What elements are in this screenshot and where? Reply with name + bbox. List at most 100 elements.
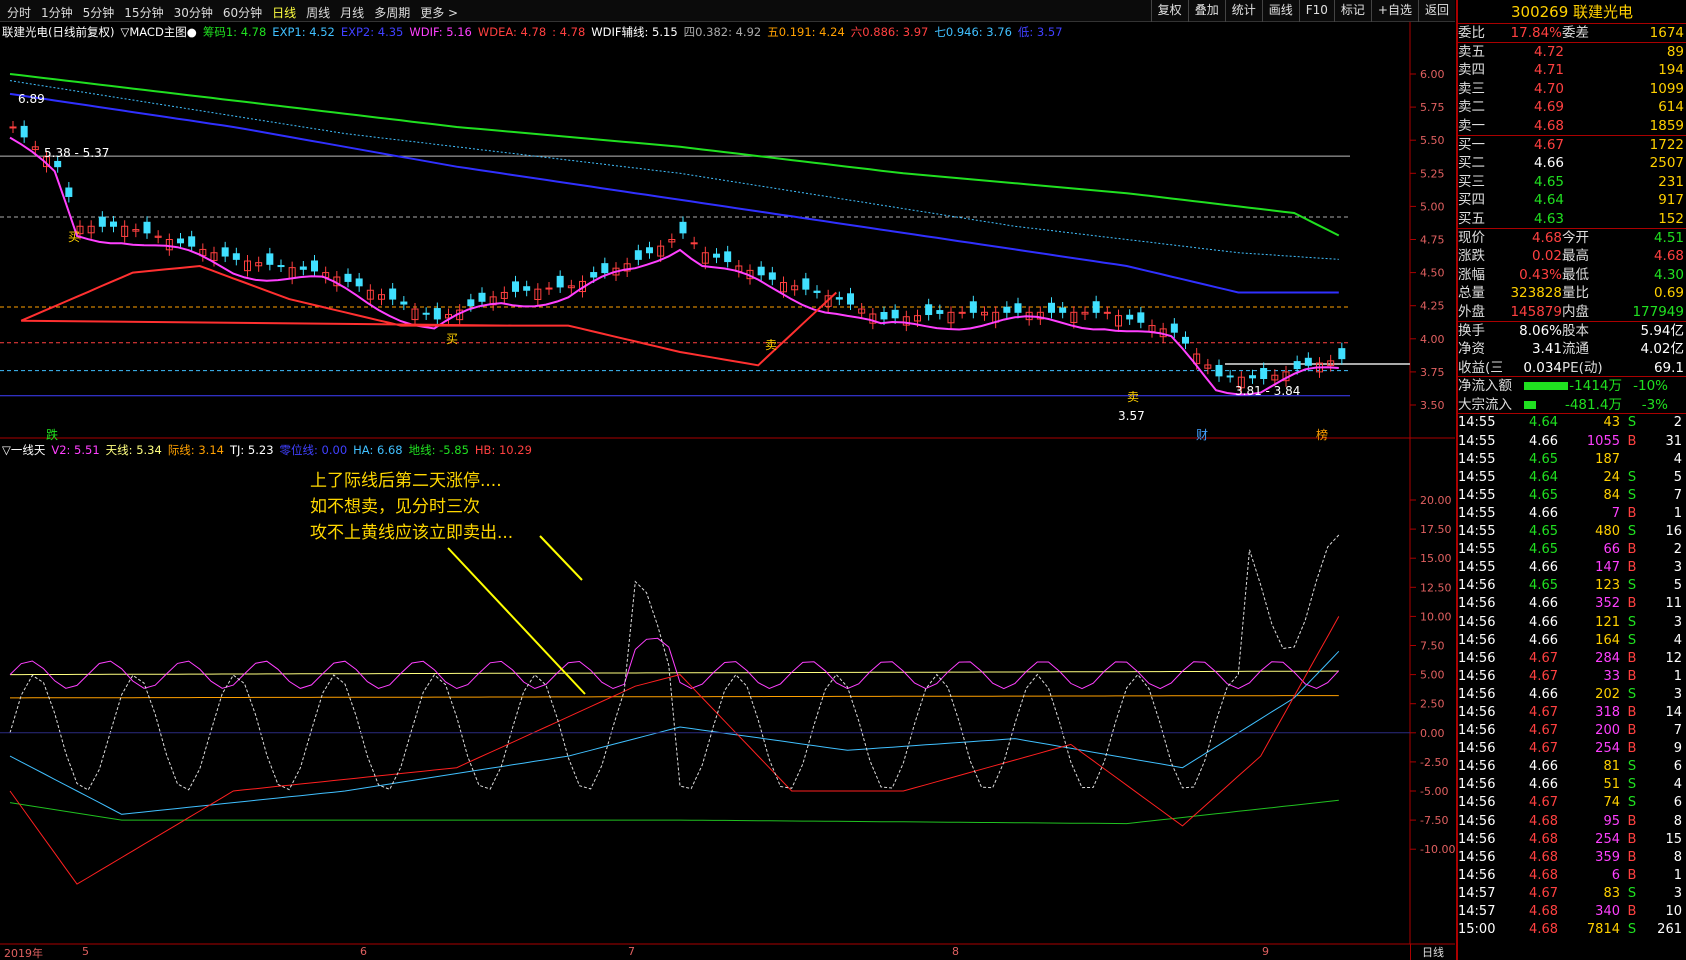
annotation-line: 攻不上黄线应该立即卖出... — [310, 523, 514, 543]
sub-indicator-name[interactable]: ▽一线天 — [2, 443, 45, 457]
period-tabs: 分时 1分钟 5分钟 15分钟 30分钟 60分钟 日线 周线 月线 多周期 更多 > — [2, 2, 463, 23]
kline-chart[interactable]: 6.00 5.75 5.50 5.25 5.00 4.75 4.50 4.25 4.00 3.75… — [0, 22, 1455, 960]
stat-label: 总量 — [1458, 285, 1485, 302]
tick-row[interactable]: 14:56 4.65 123 S 5 — [1458, 577, 1686, 595]
tick-row[interactable]: 14:57 4.68 340 B 10 — [1458, 903, 1686, 921]
flow-value: -1414万 — [1569, 378, 1622, 395]
tick-row[interactable]: 14:56 4.67 318 B 14 — [1458, 704, 1686, 722]
tick-row[interactable]: 14:56 4.67 200 B 7 — [1458, 722, 1686, 740]
tick-row[interactable]: 14:55 4.66 147 B 3 — [1458, 559, 1686, 577]
stat-value-2: 177949 — [1632, 303, 1684, 320]
tick-volume: 81 — [1603, 759, 1620, 775]
indicator-tick-label: -2.50 — [1420, 756, 1448, 769]
quote-row: 总量 323828 量比 0.69 — [1458, 284, 1686, 303]
tick-time: 14:56 — [1458, 831, 1496, 847]
tick-price: 4.66 — [1529, 632, 1558, 648]
tick-side: B — [1627, 813, 1637, 829]
tick-row[interactable]: 14:56 4.68 359 B 8 — [1458, 849, 1686, 867]
hb-line — [9, 616, 1340, 885]
candle — [467, 299, 475, 307]
tick-side: S — [1627, 415, 1637, 431]
tick-row[interactable]: 14:56 4.67 33 B 1 — [1458, 668, 1686, 686]
tool-button-5[interactable]: 标记 — [1333, 0, 1371, 22]
annotation-arrow-2 — [539, 535, 583, 581]
tool-button-0[interactable]: 复权 — [1150, 0, 1188, 22]
sub-legend-item: V2: 5.51 — [51, 443, 100, 457]
stat-label: 涨幅 — [1458, 266, 1485, 283]
period-tab-3[interactable]: 15分钟 — [119, 2, 168, 23]
tick-volume: 359 — [1595, 849, 1620, 865]
period-tab-8[interactable]: 月线 — [335, 2, 369, 23]
period-tab-4[interactable]: 30分钟 — [169, 2, 218, 23]
candle — [891, 309, 899, 319]
share-stats: 换手 8.06%股本 5.94亿净资 3.41流通 4.02亿收益(三) 0.034PE(… — [1458, 322, 1686, 378]
quote-row: 卖五 4.72 89 — [1458, 43, 1686, 62]
tick-row[interactable]: 14:56 4.66 202 S 3 — [1458, 686, 1686, 704]
quote-row: 卖一 4.68 1859 — [1458, 117, 1686, 136]
bid-list: 买一 4.67 1722 买二 4.66 2507 买三 4.65 231 买四 4.64 917 买五… — [1458, 136, 1686, 229]
tool-button-1[interactable]: 叠加 — [1187, 0, 1225, 22]
period-tab-7[interactable]: 周线 — [301, 2, 335, 23]
tool-button-6[interactable]: +自选 — [1370, 0, 1418, 22]
tick-row[interactable]: 14:55 4.64 24 S 5 — [1458, 469, 1686, 487]
tick-row[interactable]: 14:55 4.64 43 S 2 — [1458, 414, 1686, 432]
tick-time: 14:57 — [1458, 904, 1496, 919]
period-tab-10[interactable]: 更多 > — [415, 2, 463, 23]
indicator-panel — [0, 534, 1410, 885]
tick-row[interactable]: 14:55 4.65 84 S 7 — [1458, 487, 1686, 505]
period-tab-6[interactable]: 日线 — [267, 2, 301, 23]
tick-price: 4.67 — [1529, 795, 1558, 811]
stat-label: 现价 — [1458, 229, 1485, 246]
tick-row[interactable]: 14:56 4.68 6 B 1 — [1458, 867, 1686, 885]
tick-row[interactable]: 14:55 4.66 7 B 1 — [1458, 505, 1686, 523]
ma-green-line — [9, 73, 1340, 237]
ask-volume: 194 — [1658, 62, 1684, 79]
tick-time: 14:56 — [1458, 741, 1496, 757]
period-tab-1[interactable]: 1分钟 — [36, 2, 78, 23]
tick-row[interactable]: 14:56 4.66 121 S 3 — [1458, 614, 1686, 632]
quote-row: 卖二 4.69 614 — [1458, 98, 1686, 117]
tick-count: 15 — [1665, 831, 1682, 847]
stat-value: 145879 — [1510, 303, 1562, 320]
tick-count: 1 — [1673, 505, 1682, 521]
tick-row[interactable]: 14:56 4.66 51 S 4 — [1458, 776, 1686, 794]
candle — [958, 311, 966, 314]
main-indicator-name[interactable]: ▽MACD主图● — [120, 25, 196, 39]
tick-row[interactable]: 14:57 4.67 83 S 3 — [1458, 885, 1686, 903]
period-tab-0[interactable]: 分时 — [2, 2, 36, 23]
candle — [813, 290, 821, 293]
period-tab-5[interactable]: 60分钟 — [218, 2, 267, 23]
day-period-button[interactable]: 日线 — [1410, 944, 1455, 960]
tool-button-2[interactable]: 统计 — [1224, 0, 1262, 22]
tick-row[interactable]: 14:56 4.66 352 B 11 — [1458, 595, 1686, 613]
tick-row[interactable]: 14:56 4.68 95 B 8 — [1458, 813, 1686, 831]
bid-label: 买五 — [1458, 210, 1485, 227]
tool-button-3[interactable]: 画线 — [1261, 0, 1299, 22]
tool-button-7[interactable]: 返回 — [1417, 0, 1455, 22]
tick-row[interactable]: 14:55 4.65 480 S 16 — [1458, 523, 1686, 541]
tick-row[interactable]: 14:56 4.66 81 S 6 — [1458, 758, 1686, 776]
tick-row[interactable]: 14:56 4.68 254 B 15 — [1458, 831, 1686, 849]
tick-count: 1 — [1673, 867, 1682, 883]
tick-row[interactable]: 14:55 4.65 187 4 — [1458, 451, 1686, 469]
tick-row[interactable]: 15:00 4.68 7814 S 261 — [1458, 921, 1686, 939]
period-tab-9[interactable]: 多周期 — [369, 2, 415, 23]
tick-row[interactable]: 14:56 4.67 254 B 9 — [1458, 740, 1686, 758]
tick-row[interactable]: 14:56 4.67 74 S 6 — [1458, 794, 1686, 812]
tick-time: 14:56 — [1458, 632, 1496, 648]
tick-row[interactable]: 14:55 4.66 1055 B 31 — [1458, 433, 1686, 451]
tool-button-4[interactable]: F10 — [1298, 0, 1334, 22]
tick-list[interactable]: 14:55 4.64 43 S 2 14:55 4.66 1055 B 31 14:55 4.65 18… — [1458, 414, 1686, 939]
period-tab-2[interactable]: 5分钟 — [78, 2, 120, 23]
candle — [847, 293, 854, 305]
tick-row[interactable]: 14:56 4.66 164 S 4 — [1458, 632, 1686, 650]
candle — [690, 242, 698, 245]
sell-signal-marker: 卖 — [765, 338, 778, 352]
main-legend-item: 六0.886: 3.97 — [850, 25, 929, 39]
tick-row[interactable]: 14:56 4.67 284 B 12 — [1458, 650, 1686, 668]
candle — [1182, 336, 1189, 344]
flow-pct: -10% — [1633, 378, 1668, 395]
tick-volume: 74 — [1603, 795, 1620, 811]
ask-list: 卖五 4.72 89 卖四 4.71 194 卖三 4.70 1099 卖二 4.69 614 卖一 4.… — [1458, 43, 1686, 136]
tick-row[interactable]: 14:55 4.65 66 B 2 — [1458, 541, 1686, 559]
